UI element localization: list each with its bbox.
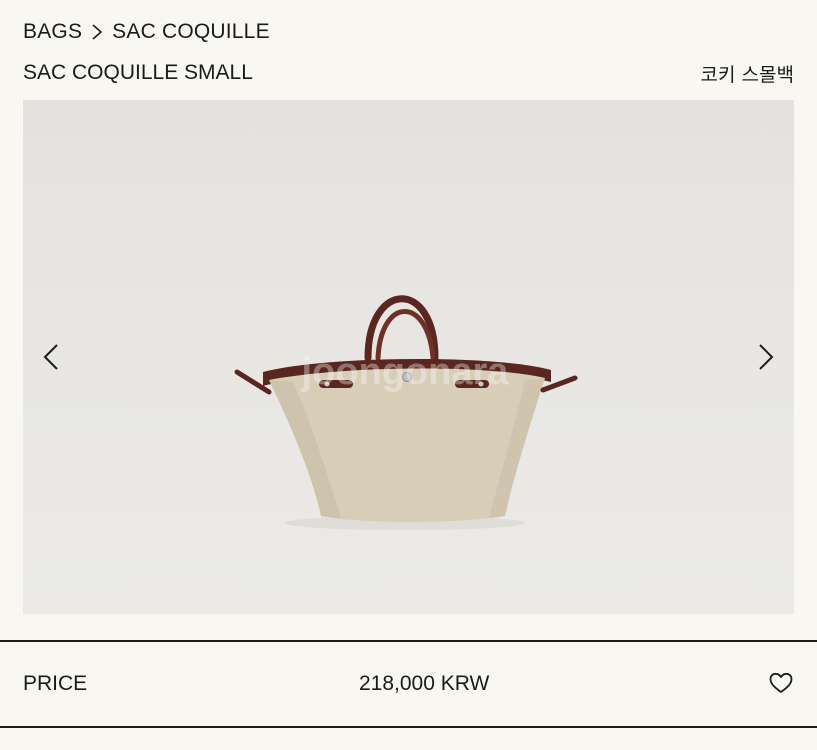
- divider: [0, 726, 817, 728]
- price-value: 218,000 KRW: [359, 672, 490, 695]
- heart-icon[interactable]: [768, 670, 794, 696]
- product-title: SAC COQUILLE SMALL: [23, 61, 253, 84]
- product-header: SAC COQUILLE SMALL 코키 스몰백: [23, 58, 794, 88]
- carousel-next-button[interactable]: [746, 332, 786, 382]
- price-label: PRICE: [23, 672, 88, 695]
- divider: [0, 640, 817, 642]
- chevron-right-icon: [92, 24, 103, 40]
- product-image: joongonara: [234, 295, 578, 530]
- carousel-prev-button[interactable]: [31, 332, 71, 382]
- watermark: joongonara: [301, 351, 510, 393]
- breadcrumb: BAGS SAC COQUILLE: [23, 18, 270, 46]
- price-row: PRICE 218,000 KRW: [23, 668, 794, 700]
- product-subtitle: 코키 스몰백: [700, 63, 794, 86]
- breadcrumb-sac-coquille[interactable]: SAC COQUILLE: [112, 20, 270, 44]
- breadcrumb-bags[interactable]: BAGS: [23, 20, 82, 44]
- product-image-carousel[interactable]: joongonara: [23, 100, 794, 614]
